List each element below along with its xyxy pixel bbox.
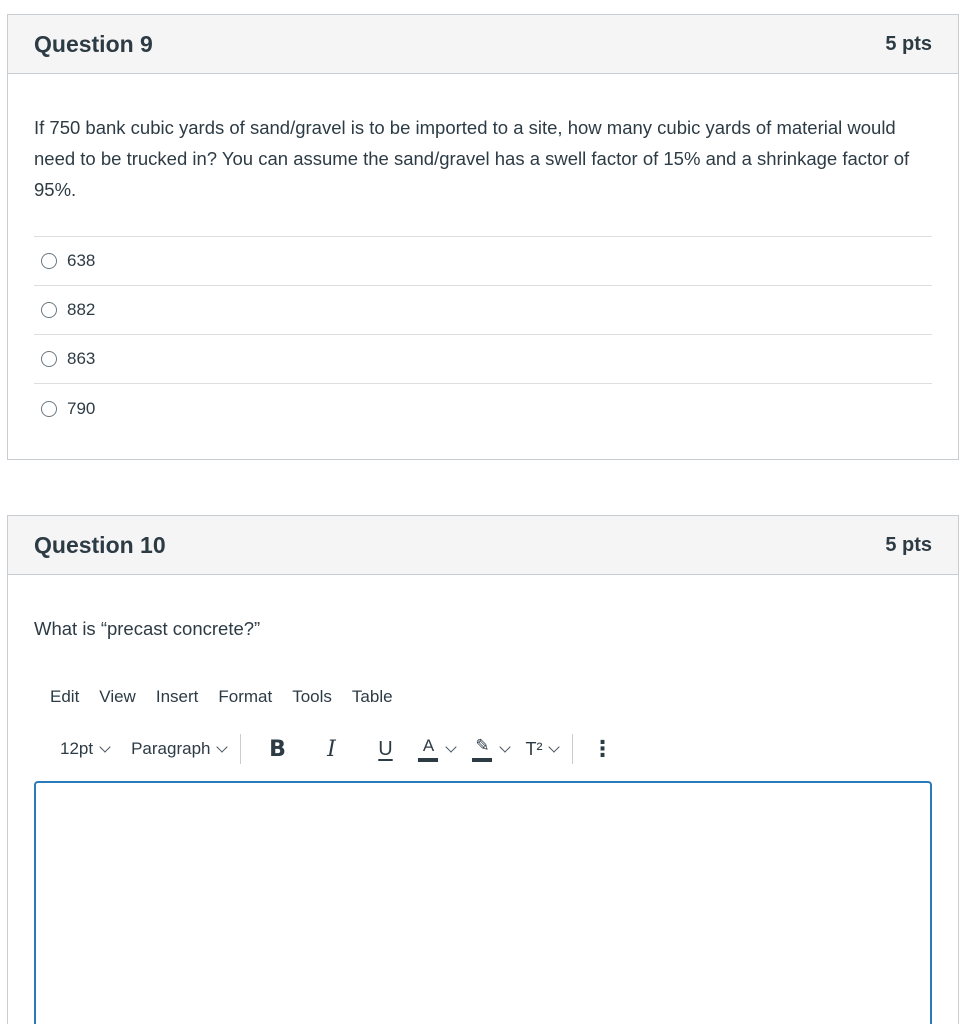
underline-button[interactable]: U [363,738,407,761]
radio-button[interactable] [41,400,57,417]
text-color-button[interactable]: A [417,736,458,762]
question-10-points: 5 pts [885,533,932,556]
menu-view[interactable]: View [99,687,146,707]
answer-option-863[interactable]: 863 [34,335,932,384]
superscript-dropdown[interactable]: T² [525,738,561,760]
question-9-answers: 638 882 863 790 [34,236,932,433]
menu-table[interactable]: Table [352,687,403,707]
answer-label: 882 [67,300,96,319]
highlighter-icon: ✎ [471,736,493,762]
answer-label: 790 [67,398,96,418]
block-format-value: Paragraph [131,739,211,758]
question-9-card: Question 9 5 pts If 750 bank cubic yards… [7,14,959,460]
editor-menubar: Edit View Insert Format Tools Table [50,687,413,707]
editor-toolbar: 12pt Paragraph B I U A ✎ T² ⋮ [50,733,617,765]
rich-text-editor-area[interactable] [34,781,932,1024]
answer-option-638[interactable]: 638 [34,237,932,286]
question-9-points: 5 pts [885,32,932,55]
highlight-color-button[interactable]: ✎ [471,736,512,762]
question-10-card: Question 10 5 pts What is “precast concr… [7,515,959,1024]
question-10-title: Question 10 [34,531,166,558]
italic-button[interactable]: I [309,737,353,762]
question-10-text: What is “precast concrete?” [34,618,261,639]
color-swatch-bar [418,758,439,762]
bold-button[interactable]: B [255,737,299,762]
color-swatch-bar [472,758,493,762]
chevron-down-icon [216,740,229,753]
toolbar-separator [240,734,242,764]
menu-format[interactable]: Format [218,687,282,707]
menu-edit[interactable]: Edit [50,687,89,707]
superscript-icon: T² [525,738,543,759]
answer-option-882[interactable]: 882 [34,286,932,335]
chevron-down-icon [445,740,458,753]
radio-button[interactable] [41,351,57,367]
chevron-down-icon [548,740,561,753]
text-color-icon: A [417,736,439,762]
question-9-text: If 750 bank cubic yards of sand/gravel i… [34,117,910,200]
more-options-icon[interactable]: ⋮ [587,738,617,760]
question-9-header: Question 9 5 pts [8,15,958,74]
answer-option-790[interactable]: 790 [34,384,932,433]
block-format-dropdown[interactable]: Paragraph [131,739,229,759]
font-size-dropdown[interactable]: 12pt [50,739,111,759]
menu-tools[interactable]: Tools [292,687,342,707]
question-9-title: Question 9 [34,30,153,57]
answer-label: 638 [67,251,96,270]
font-size-value: 12pt [60,739,94,758]
chevron-down-icon [99,740,111,753]
chevron-down-icon [499,740,512,753]
radio-button[interactable] [41,253,57,269]
toolbar-separator [572,734,574,764]
question-10-header: Question 10 5 pts [8,516,958,575]
radio-button[interactable] [41,302,57,318]
answer-label: 863 [67,349,96,368]
menu-insert[interactable]: Insert [156,687,209,707]
